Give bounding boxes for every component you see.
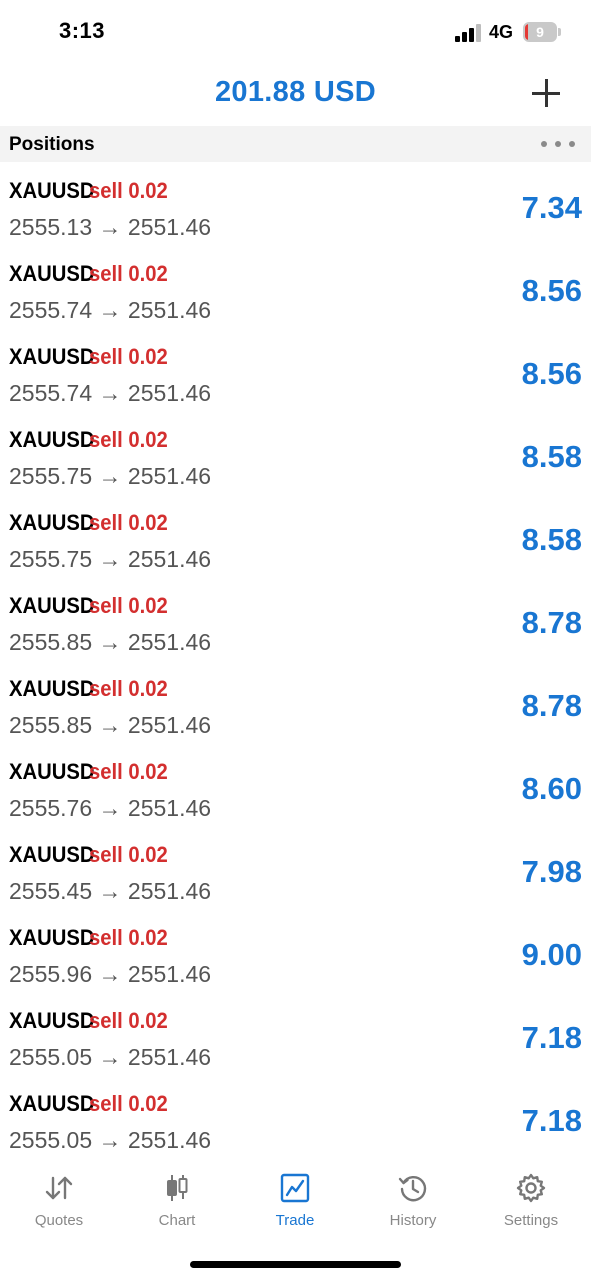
position-row[interactable]: XAUUSD sell 0.02 2555.85 → 2551.46 8.78 [0, 668, 591, 751]
network-type: 4G [489, 22, 514, 42]
position-type-volume: sell 0.02 [89, 427, 168, 452]
position-symbol: XAUUSD [9, 510, 95, 535]
tab-label: Trade [275, 1212, 315, 1229]
position-type-volume: sell 0.02 [89, 842, 168, 867]
position-symbol: XAUUSD [9, 427, 95, 452]
plus-icon[interactable] [529, 76, 563, 110]
cellular-signal-icon [455, 24, 483, 42]
position-row[interactable]: XAUUSD sell 0.02 2555.45 → 2551.46 7.98 [0, 834, 591, 917]
position-symbol: XAUUSD [9, 759, 95, 784]
position-row[interactable]: XAUUSD sell 0.02 2555.74 → 2551.46 8.56 [0, 336, 591, 419]
position-symbol: XAUUSD [9, 1008, 95, 1033]
position-row[interactable]: XAUUSD sell 0.02 2555.76 → 2551.46 8.60 [0, 751, 591, 834]
status-time: 3:13 [59, 18, 106, 43]
tab-quotes[interactable]: Quotes [0, 1160, 118, 1240]
position-profit: 8.58 [521, 439, 582, 474]
section-title: Positions [9, 134, 95, 155]
account-balance: 201.88 USD [215, 76, 376, 108]
position-type-volume: sell 0.02 [89, 759, 168, 784]
position-prices: 2555.05 → 2551.46 [9, 1127, 212, 1153]
tab-settings[interactable]: Settings [472, 1160, 590, 1240]
gear-icon [516, 1173, 546, 1203]
position-profit: 7.34 [521, 190, 582, 225]
history-clock-icon [398, 1176, 427, 1202]
position-prices: 2555.75 → 2551.46 [9, 463, 212, 489]
position-row[interactable]: XAUUSD sell 0.02 2555.85 → 2551.46 8.78 [0, 585, 591, 668]
position-type-volume: sell 0.02 [89, 593, 168, 618]
quotes-arrows-icon [45, 1176, 73, 1200]
position-type-volume: sell 0.02 [89, 510, 168, 535]
positions-section-header: Positions [0, 126, 591, 162]
position-prices: 2555.74 → 2551.46 [9, 297, 212, 323]
position-profit: 8.78 [521, 605, 582, 640]
position-symbol: XAUUSD [9, 178, 95, 203]
position-row[interactable]: XAUUSD sell 0.02 2555.75 → 2551.46 8.58 [0, 502, 591, 585]
position-symbol: XAUUSD [9, 676, 95, 701]
positions-list: XAUUSD sell 0.02 2555.13 → 2551.46 7.34 XAUU… [0, 170, 591, 1166]
status-bar: 3:13 4G 9 [0, 0, 591, 62]
position-row[interactable]: XAUUSD sell 0.02 2555.75 → 2551.46 8.58 [0, 419, 591, 502]
more-horizontal-icon[interactable] [541, 138, 575, 150]
tab-label: Settings [503, 1212, 559, 1229]
position-profit: 7.18 [521, 1020, 582, 1055]
position-symbol: XAUUSD [9, 842, 95, 867]
position-type-volume: sell 0.02 [89, 925, 168, 950]
position-profit: 8.56 [521, 356, 582, 391]
position-symbol: XAUUSD [9, 1091, 95, 1116]
position-profit: 7.18 [521, 1103, 582, 1138]
home-indicator [190, 1261, 401, 1268]
position-prices: 2555.85 → 2551.46 [9, 712, 212, 738]
tab-history[interactable]: History [354, 1160, 472, 1240]
battery-icon: 9 [523, 22, 561, 42]
tab-chart[interactable]: Chart [118, 1160, 236, 1240]
position-row[interactable]: XAUUSD sell 0.02 2555.05 → 2551.46 7.18 [0, 1000, 591, 1083]
position-prices: 2555.45 → 2551.46 [9, 878, 212, 904]
position-profit: 7.98 [521, 854, 582, 889]
position-prices: 2555.74 → 2551.46 [9, 380, 212, 406]
battery-level: 9 [536, 24, 544, 40]
position-row[interactable]: XAUUSD sell 0.02 2555.74 → 2551.46 8.56 [0, 253, 591, 336]
position-prices: 2555.05 → 2551.46 [9, 1044, 212, 1070]
position-row[interactable]: XAUUSD sell 0.02 2555.96 → 2551.46 9.00 [0, 917, 591, 1000]
position-type-volume: sell 0.02 [89, 1008, 168, 1033]
header: 201.88 USD [0, 62, 591, 126]
position-prices: 2555.76 → 2551.46 [9, 795, 212, 821]
position-type-volume: sell 0.02 [89, 1091, 168, 1116]
position-type-volume: sell 0.02 [89, 676, 168, 701]
position-type-volume: sell 0.02 [89, 261, 168, 286]
position-profit: 8.78 [521, 688, 582, 723]
position-row[interactable]: XAUUSD sell 0.02 2555.05 → 2551.46 7.18 [0, 1083, 591, 1166]
position-profit: 8.58 [521, 522, 582, 557]
tab-bar: Quotes Chart Trade History Settings [0, 1160, 591, 1240]
position-profit: 8.56 [521, 273, 582, 308]
tab-label: Chart [158, 1212, 196, 1229]
tab-label: Quotes [34, 1212, 84, 1229]
position-symbol: XAUUSD [9, 593, 95, 618]
trade-chart-icon [280, 1173, 310, 1203]
position-profit: 9.00 [521, 937, 582, 972]
position-type-volume: sell 0.02 [89, 344, 168, 369]
position-prices: 2555.85 → 2551.46 [9, 629, 212, 655]
tab-label: History [389, 1212, 437, 1229]
position-profit: 8.60 [521, 771, 582, 806]
position-row[interactable]: XAUUSD sell 0.02 2555.13 → 2551.46 7.34 [0, 170, 591, 253]
position-symbol: XAUUSD [9, 344, 95, 369]
position-type-volume: sell 0.02 [89, 178, 168, 203]
candlestick-icon [167, 1175, 188, 1201]
tab-trade[interactable]: Trade [236, 1160, 354, 1240]
position-prices: 2555.13 → 2551.46 [9, 214, 212, 240]
position-symbol: XAUUSD [9, 261, 95, 286]
position-prices: 2555.96 → 2551.46 [9, 961, 212, 987]
position-symbol: XAUUSD [9, 925, 95, 950]
position-prices: 2555.75 → 2551.46 [9, 546, 212, 572]
